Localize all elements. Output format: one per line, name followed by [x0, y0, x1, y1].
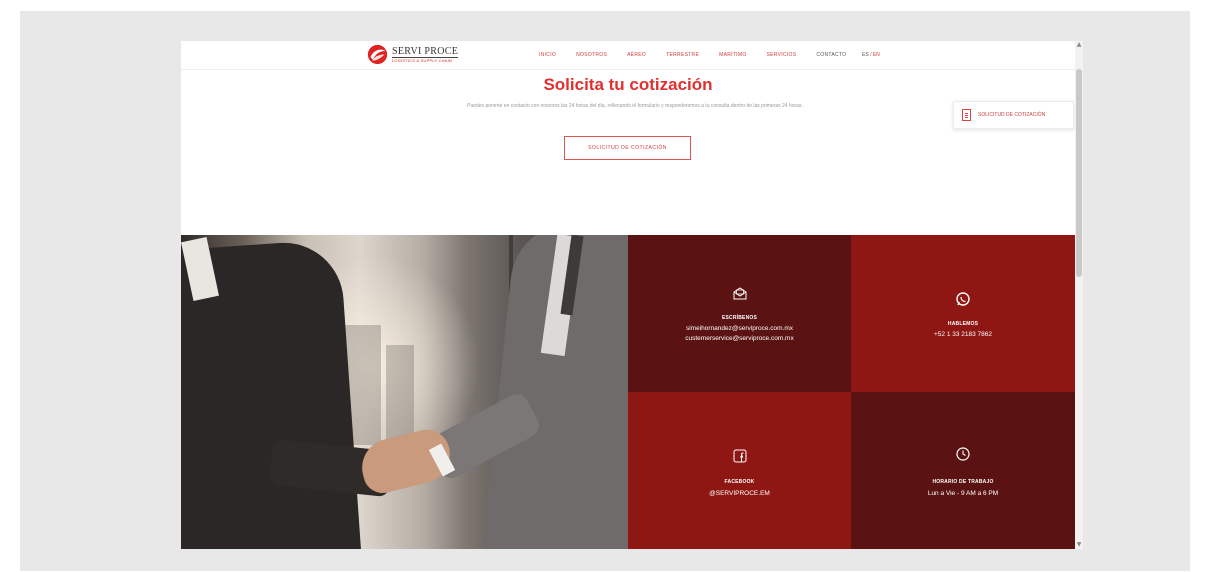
whatsapp-number[interactable]: +52 1 33 2183 7862: [851, 331, 1075, 338]
nav-item-terrestre[interactable]: TERRESTRE: [666, 52, 699, 58]
email-line-1[interactable]: simeihornandez@serviproce.com.mx: [628, 325, 851, 332]
handshake-photo: [181, 235, 628, 549]
facebook-icon: [733, 449, 747, 463]
logo[interactable]: SERVI PROCE LOGISTICS & SUPPLY CHAIN: [367, 44, 459, 65]
nav-item-servicios[interactable]: SERVICIOS: [767, 52, 797, 58]
scroll-down-icon[interactable]: ▼: [1075, 542, 1083, 548]
contact-tile-whatsapp: HABLEMOS +52 1 33 2183 7862: [851, 235, 1075, 392]
scroll-up-icon[interactable]: ▲: [1075, 42, 1083, 48]
clock-icon: [956, 447, 970, 461]
vertical-scrollbar[interactable]: ▲ ▼: [1075, 41, 1083, 549]
main-nav: INICIO NOSOTROS AÉREO TERRESTRE MARÍTIMO…: [539, 52, 866, 58]
nav-item-contacto[interactable]: CONTACTO: [816, 52, 846, 58]
email-line-2[interactable]: custemerservice@serviproce.com.mx: [628, 335, 851, 342]
envelope-icon: [733, 287, 747, 300]
hero-description: Puedes ponerte en contacto con nosotros …: [467, 103, 803, 109]
hours-title: HORARIO DE TRABAJO: [932, 479, 994, 485]
whatsapp-title: HABLEMOS: [947, 321, 979, 327]
email-title: ESCRÍBENOS: [721, 315, 758, 321]
site-header: SERVI PROCE LOGISTICS & SUPPLY CHAIN INI…: [181, 41, 1075, 70]
lang-separator: /: [870, 52, 872, 58]
quote-request-side-tab[interactable]: SOLICITUD DE COTIZACIÓN: [953, 101, 1074, 129]
contact-tile-email: ESCRÍBENOS simeihornandez@serviproce.com…: [628, 235, 851, 392]
logo-mark-icon: [367, 44, 388, 65]
lang-es[interactable]: ES: [862, 52, 869, 58]
facebook-handle[interactable]: @SERVIPROCE.EM: [628, 490, 851, 497]
nav-item-nosotros[interactable]: NOSOTROS: [576, 52, 607, 58]
facebook-title: FACEBOOK: [724, 479, 755, 485]
nav-item-aereo[interactable]: AÉREO: [627, 52, 646, 58]
browser-page: SERVI PROCE LOGISTICS & SUPPLY CHAIN INI…: [181, 41, 1075, 549]
logo-name: SERVI PROCE: [392, 45, 459, 58]
logo-tagline: LOGISTICS & SUPPLY CHAIN: [392, 57, 453, 63]
page-title: Solicita tu cotización: [543, 75, 713, 94]
nav-item-maritimo[interactable]: MARÍTIMO: [719, 52, 746, 58]
side-tab-label: SOLICITUD DE COTIZACIÓN: [978, 112, 1046, 118]
document-icon: [962, 109, 971, 121]
hours-value: Lun a Vie - 9 AM a 6 PM: [927, 490, 999, 497]
quote-request-button[interactable]: SOLICITUD DE COTIZACIÓN: [564, 136, 691, 160]
lang-en[interactable]: EN: [873, 52, 880, 58]
language-switcher: ES / EN: [862, 52, 880, 58]
whatsapp-icon: [956, 292, 970, 306]
contact-tile-hours: HORARIO DE TRABAJO Lun a Vie - 9 AM a 6 …: [851, 392, 1075, 549]
contact-tile-facebook: FACEBOOK @SERVIPROCE.EM: [628, 392, 851, 549]
scrollbar-thumb[interactable]: [1076, 69, 1082, 277]
nav-item-inicio[interactable]: INICIO: [539, 52, 556, 58]
